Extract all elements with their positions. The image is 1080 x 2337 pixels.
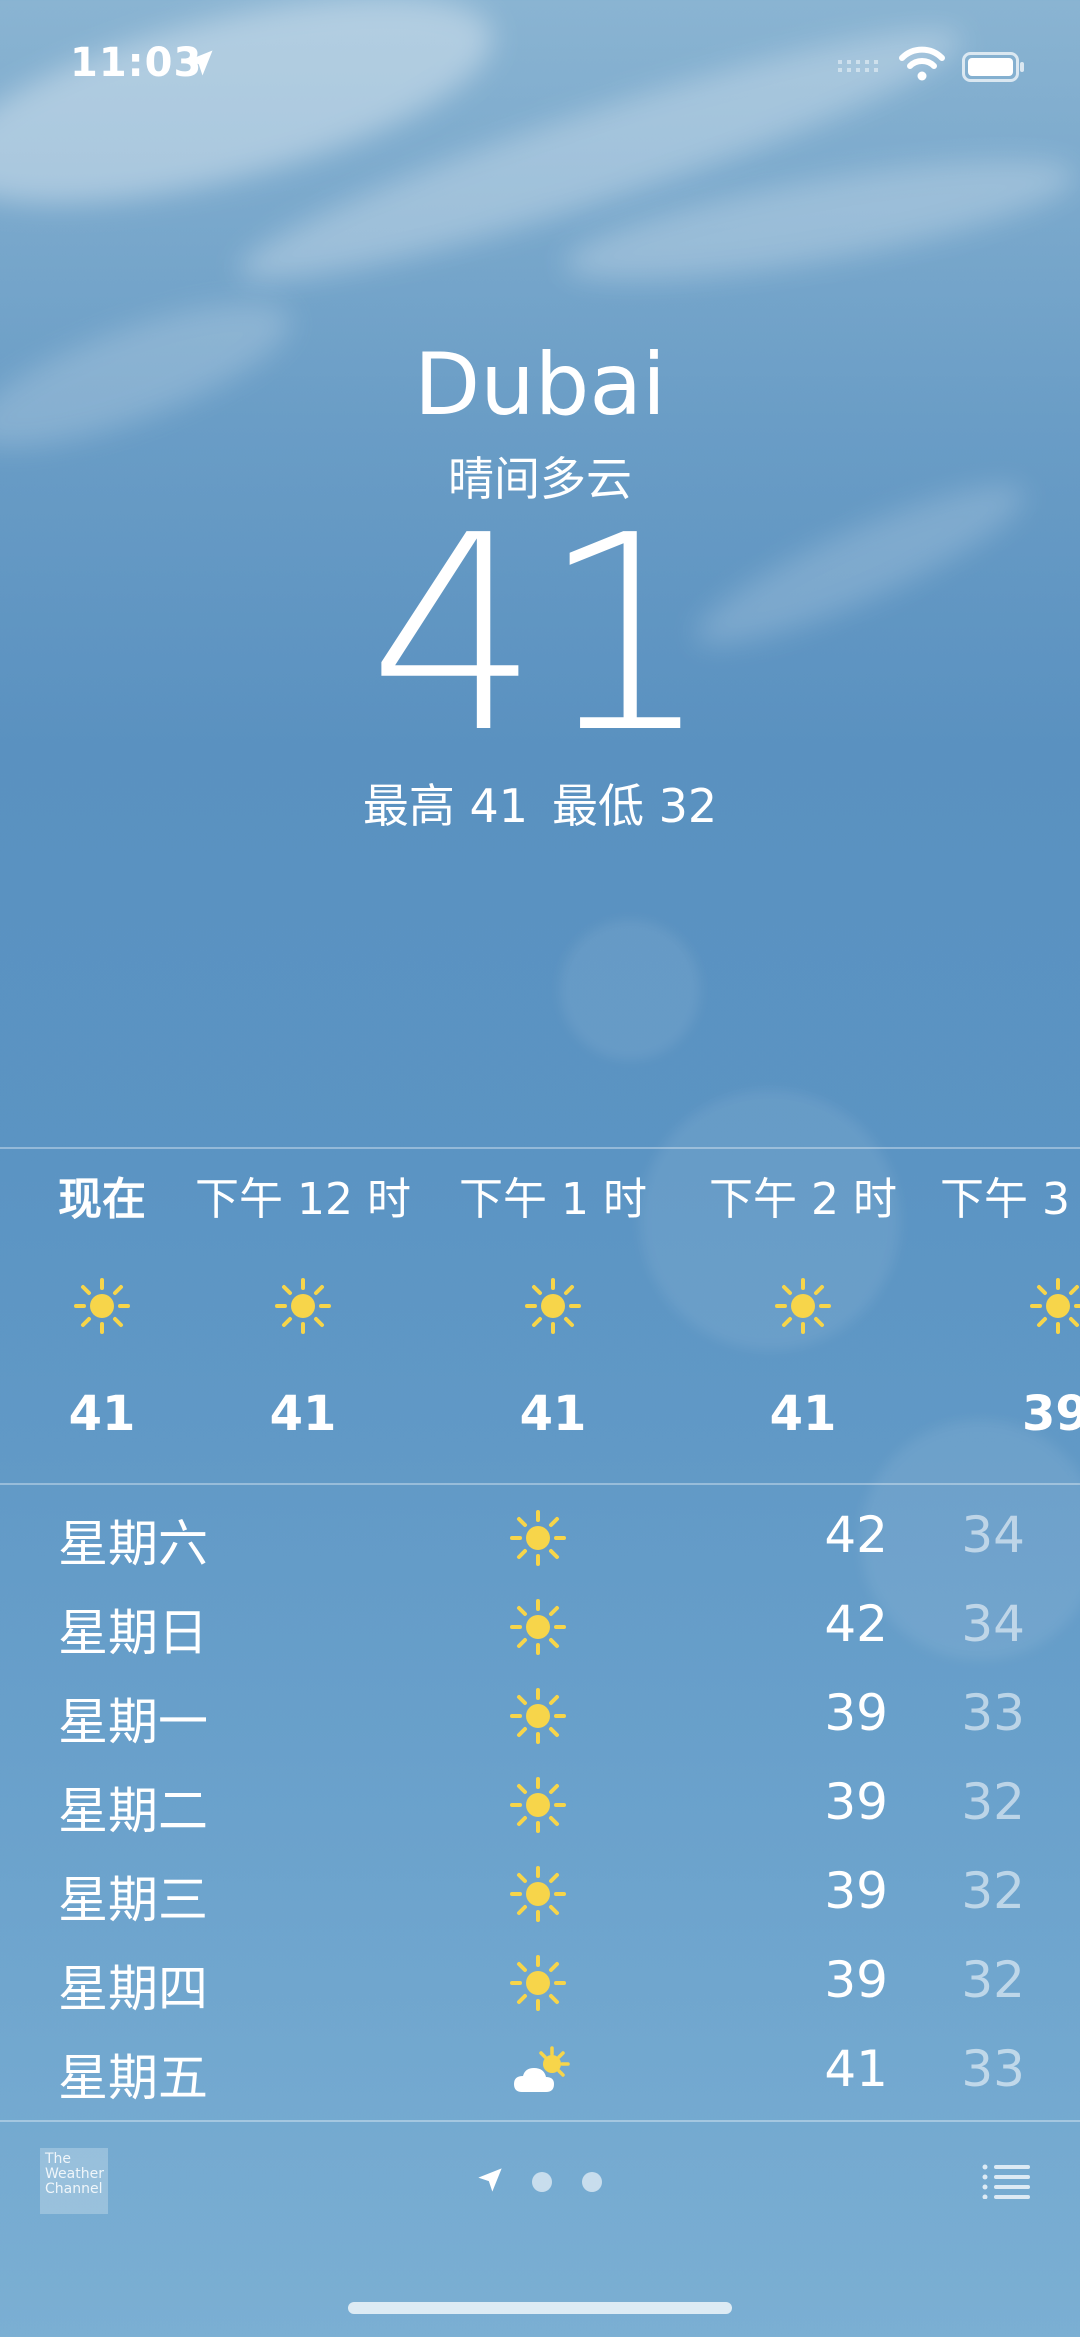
day-high: 42 bbox=[824, 1595, 888, 1653]
low-temperature: 最低 32 bbox=[552, 779, 718, 833]
day-high: 39 bbox=[824, 1773, 888, 1831]
current-temperature: 41 bbox=[368, 477, 712, 792]
day-name: 星期二 bbox=[58, 1782, 208, 1840]
sun-icon bbox=[510, 1777, 572, 1837]
day-name: 星期四 bbox=[58, 1960, 208, 2018]
home-indicator[interactable] bbox=[348, 2302, 732, 2314]
partly-cloudy-icon bbox=[510, 2044, 572, 2104]
cellular-signal-icon bbox=[838, 60, 878, 72]
battery-icon bbox=[962, 52, 1024, 82]
hour-temp: 41 bbox=[269, 1386, 337, 1442]
day-name: 星期三 bbox=[58, 1871, 208, 1929]
day-row: 星期二 39 32 bbox=[0, 1761, 1080, 1849]
location-arrow-icon bbox=[187, 50, 213, 76]
sun-icon bbox=[510, 1599, 572, 1659]
hour-label: 下午 3 bbox=[940, 1174, 1070, 1225]
sun-icon bbox=[525, 1278, 581, 1334]
day-name: 星期一 bbox=[58, 1693, 208, 1751]
wifi-icon bbox=[899, 46, 945, 81]
day-low: 32 bbox=[961, 1951, 1025, 2009]
day-high: 39 bbox=[824, 1684, 888, 1742]
sun-icon bbox=[510, 1688, 572, 1748]
hour-item: 现在 41 bbox=[0, 1170, 212, 1442]
hour-item-clip: 下午 3 39 bbox=[940, 1150, 1080, 1490]
hour-label: 下午 12 时 bbox=[195, 1174, 411, 1225]
sun-icon bbox=[510, 1510, 572, 1570]
sun-icon bbox=[74, 1278, 130, 1334]
day-row: 星期一 39 33 bbox=[0, 1672, 1080, 1760]
high-low: 最高 41 最低 32 bbox=[0, 770, 1080, 836]
day-low: 33 bbox=[961, 2040, 1025, 2098]
hour-temp: 39 bbox=[1022, 1386, 1080, 1442]
sun-icon bbox=[1030, 1278, 1080, 1334]
hour-label: 下午 2 时 bbox=[709, 1174, 897, 1225]
city-name: Dubai bbox=[414, 335, 666, 435]
day-row: 星期四 39 32 bbox=[0, 1939, 1080, 2027]
hour-temp: 41 bbox=[769, 1386, 837, 1442]
page-dot bbox=[532, 2172, 552, 2192]
divider bbox=[0, 1147, 1080, 1149]
hour-item: 下午 2 时 41 bbox=[693, 1170, 913, 1442]
hour-temp: 41 bbox=[519, 1386, 587, 1442]
hour-temp: 41 bbox=[68, 1386, 136, 1442]
list-icon[interactable] bbox=[982, 2163, 1030, 2199]
sun-icon bbox=[510, 1866, 572, 1926]
day-low: 33 bbox=[961, 1684, 1025, 1742]
hour-item: 下午 3 39 bbox=[940, 1170, 1080, 1442]
lens-flare bbox=[560, 920, 700, 1060]
sun-icon bbox=[775, 1278, 831, 1334]
day-high: 41 bbox=[824, 2040, 888, 2098]
day-name: 星期五 bbox=[58, 2049, 208, 2107]
day-low: 34 bbox=[961, 1506, 1025, 1564]
divider bbox=[0, 2120, 1080, 2122]
sun-icon bbox=[275, 1278, 331, 1334]
day-row: 星期三 39 32 bbox=[0, 1850, 1080, 1938]
location-page-icon bbox=[478, 2168, 502, 2192]
status-time: 11:03 bbox=[70, 40, 203, 86]
divider bbox=[0, 1483, 1080, 1485]
hour-label: 下午 1 时 bbox=[459, 1174, 647, 1225]
day-name: 星期日 bbox=[58, 1604, 208, 1662]
sun-icon bbox=[510, 1955, 572, 2015]
day-row: 星期五 41 33 bbox=[0, 2028, 1080, 2116]
day-high: 39 bbox=[824, 1951, 888, 2009]
day-high: 39 bbox=[824, 1862, 888, 1920]
day-high: 42 bbox=[824, 1506, 888, 1564]
day-name: 星期六 bbox=[58, 1515, 208, 1573]
day-low: 32 bbox=[961, 1862, 1025, 1920]
page-indicator[interactable] bbox=[474, 2162, 614, 2198]
day-row: 星期六 42 34 bbox=[0, 1494, 1080, 1582]
weather-channel-logo[interactable]: The Weather Channel bbox=[40, 2148, 108, 2214]
page-dot bbox=[582, 2172, 602, 2192]
hour-label: 现在 bbox=[58, 1174, 146, 1225]
day-row: 星期日 42 34 bbox=[0, 1583, 1080, 1671]
status-bar: 11:03 bbox=[0, 0, 1080, 130]
hour-item: 下午 12 时 41 bbox=[193, 1170, 413, 1442]
hour-item: 下午 1 时 41 bbox=[443, 1170, 663, 1442]
high-temperature: 最高 41 bbox=[362, 779, 528, 833]
day-low: 32 bbox=[961, 1773, 1025, 1831]
day-low: 34 bbox=[961, 1595, 1025, 1653]
